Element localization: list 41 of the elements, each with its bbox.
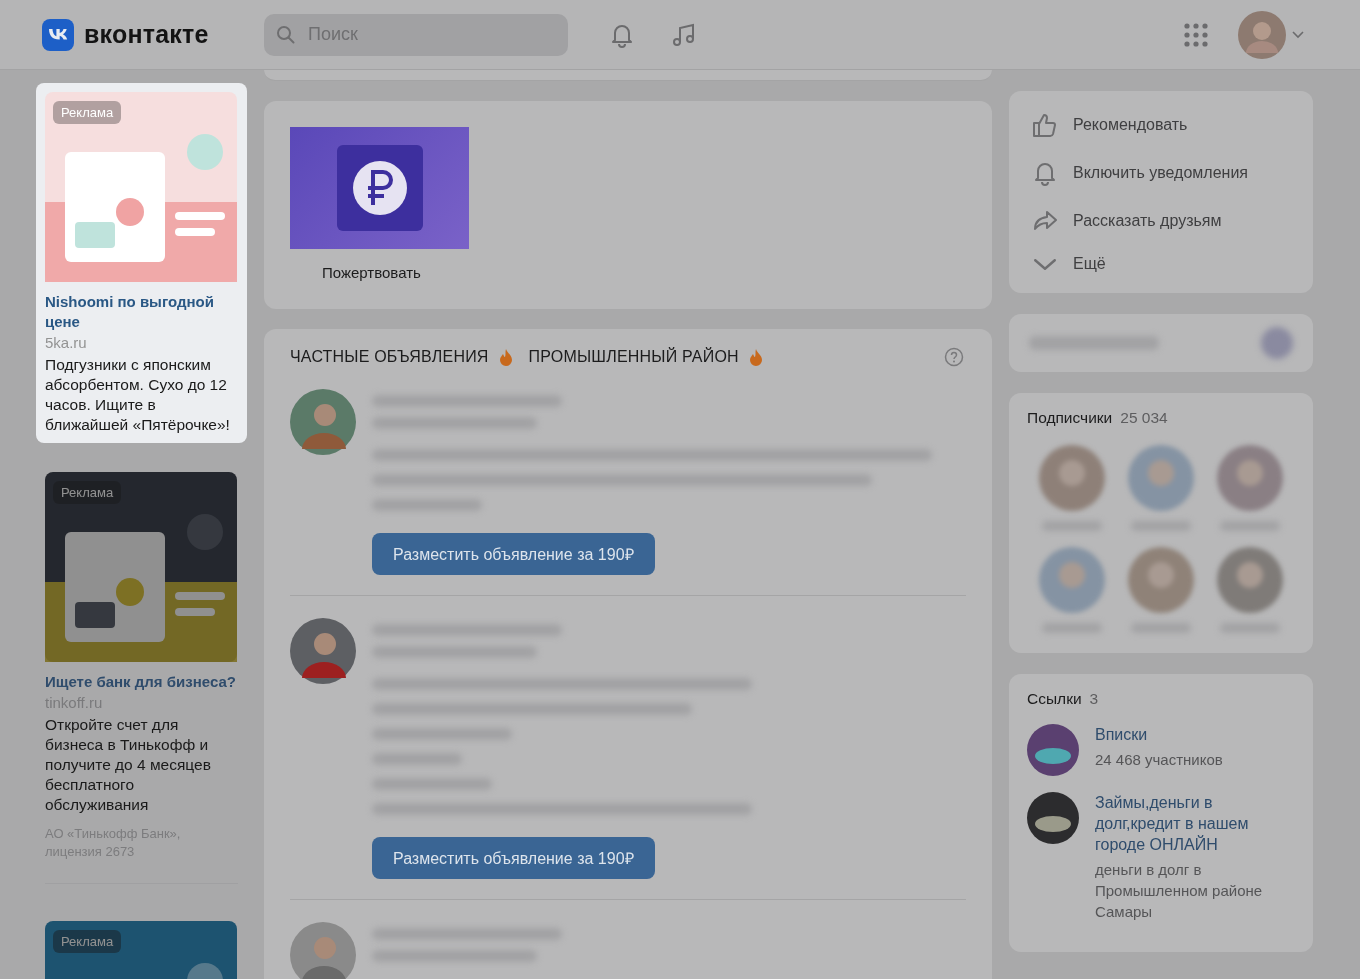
ruble-icon xyxy=(336,145,423,231)
followers-count: 25 034 xyxy=(1120,409,1168,427)
followers-title: Подписчики xyxy=(1027,409,1113,427)
logo-icon[interactable] xyxy=(42,18,74,51)
flame-icon xyxy=(748,348,763,366)
avatar xyxy=(1261,327,1293,359)
ad-label: Реклама xyxy=(53,930,122,953)
link-title[interactable]: Займы,деньги в долг,кредит в нашем городе ОНЛАЙН xyxy=(1095,792,1285,855)
help-icon[interactable] xyxy=(944,347,964,367)
action-item[interactable]: Рассказать друзьям xyxy=(1009,197,1313,245)
link-subtitle: деньги в долг в Промышленном районе Самары xyxy=(1095,860,1264,922)
search-icon xyxy=(276,24,296,45)
place-ad-button[interactable]: Разместить объявление за 190₽ xyxy=(372,837,655,879)
logo-text[interactable]: вконтакте xyxy=(84,20,209,49)
donate-button[interactable] xyxy=(290,127,469,249)
thumbs-up-icon xyxy=(1031,111,1059,139)
ad-title[interactable]: Nishoomi по выгодной цене xyxy=(45,292,238,332)
ad-domain: 5ka.ru xyxy=(45,333,88,353)
avatar[interactable] xyxy=(1027,792,1079,844)
ad-title[interactable]: Ищете банк для бизнеса? xyxy=(45,672,238,692)
links-title: Ссылки xyxy=(1027,690,1082,708)
links-count: 3 xyxy=(1089,690,1099,708)
avatar[interactable] xyxy=(290,618,356,684)
section-title: ПРОМЫШЛЕННЫЙ РАЙОН xyxy=(528,348,739,366)
caret-icon[interactable] xyxy=(1292,30,1304,39)
ad-label: Реклама xyxy=(53,481,122,504)
donate-label[interactable]: Пожертвовать xyxy=(322,264,421,281)
section-title: ЧАСТНЫЕ ОБЪЯВЛЕНИЯ xyxy=(290,348,489,366)
apps-icon[interactable] xyxy=(1184,22,1208,47)
place-ad-button[interactable]: Разместить объявление за 190₽ xyxy=(372,533,655,575)
ad-text: Подгузники с японским абсорбентом. Сухо до 12 часов. Ищите в ближайшей «Пятёрочке»! xyxy=(45,355,231,435)
link-title[interactable]: Вписки xyxy=(1095,724,1285,745)
link-subtitle: 24 468 участников xyxy=(1095,750,1224,770)
avatar[interactable] xyxy=(1027,724,1079,776)
action-item[interactable]: Рекомендовать xyxy=(1009,101,1313,149)
chevron-down-icon xyxy=(1034,258,1056,270)
ad-text: Откройте счет для бизнеса в Тинькофф и получите до 4 месяцев бесплатного обслуживания xyxy=(45,715,212,815)
action-item[interactable]: Включить уведомления xyxy=(1009,149,1313,197)
flame-icon xyxy=(498,348,513,366)
ad-label: Реклама xyxy=(53,101,122,124)
action-item[interactable]: Ещё xyxy=(1009,245,1313,283)
